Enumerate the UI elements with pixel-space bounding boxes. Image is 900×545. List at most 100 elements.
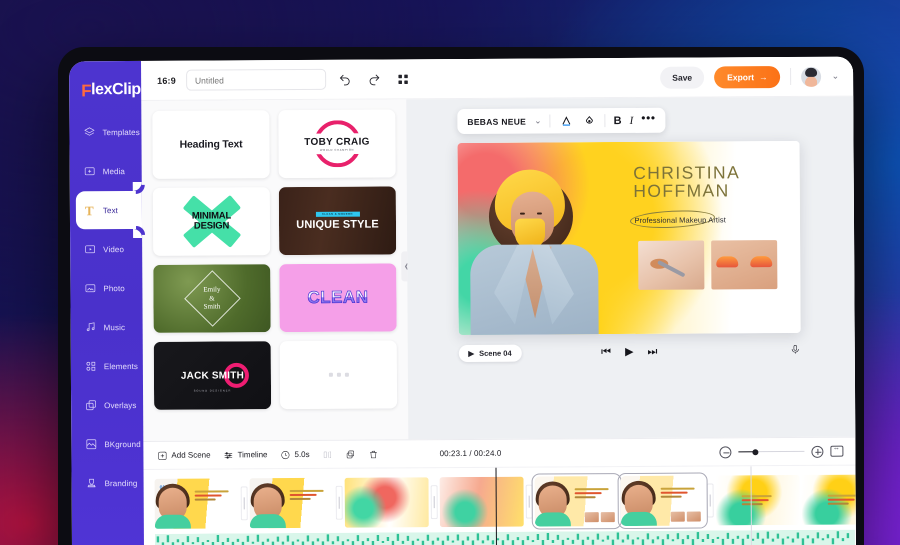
template-card[interactable]: Heading Text [152, 110, 270, 179]
timeline-view-button[interactable]: Timeline [224, 450, 268, 460]
emily-smith-art: Emily & Smith [153, 264, 271, 333]
scene-indicator-chip[interactable]: ▶ Scene 04 [458, 344, 522, 362]
chevron-down-icon[interactable]: ⌄ [832, 71, 840, 82]
sidebar-item-overlays[interactable]: Overlays [71, 386, 143, 424]
timeline-clip[interactable] [344, 477, 429, 528]
save-button[interactable]: Save [660, 66, 705, 89]
project-title-input[interactable] [185, 68, 327, 91]
font-chevron-down-icon[interactable]: ⌄ [534, 116, 542, 127]
clean-art: CLEAN [279, 263, 397, 333]
trash-icon [370, 450, 377, 458]
template-card[interactable]: Emily & Smith [153, 264, 271, 333]
plus-box-icon [158, 451, 167, 460]
sidebar-label: Media [102, 166, 126, 176]
sidebar-label: Templates [102, 127, 140, 137]
fit-to-width-icon[interactable] [830, 445, 844, 457]
sidebar-item-media[interactable]: Media [70, 152, 142, 190]
app-logo: F lexClip [69, 73, 141, 113]
fill-color-icon[interactable] [582, 113, 597, 128]
aspect-ratio-label[interactable]: 16:9 [157, 75, 176, 85]
template-card[interactable]: CLEAN [279, 263, 397, 333]
background-icon [84, 438, 97, 451]
zoom-slider[interactable] [738, 448, 805, 455]
toolbar-spacer [423, 77, 650, 78]
clip-divider-handle[interactable] [525, 484, 533, 519]
template-card[interactable]: MINIMAL DESIGN [152, 187, 271, 256]
delete-button[interactable] [369, 449, 379, 459]
export-button[interactable]: Export → [714, 65, 781, 88]
clip-divider-handle[interactable] [240, 486, 248, 521]
emily-line-2: & [209, 294, 215, 303]
timeline-panel: Add Scene Timeline 5.0s 00:23.1 / 00:24.… [143, 436, 857, 545]
canvas-thumbnail-right[interactable] [710, 240, 777, 290]
canvas-thumbnail-left[interactable] [637, 240, 704, 290]
sidebar-label: Elements [103, 361, 139, 371]
template-card[interactable]: CLEAN & MODERN UNIQUE STYLE [278, 186, 397, 256]
sidebar-label: Music [103, 322, 126, 332]
template-card-label: CLEAN [307, 287, 369, 307]
timeline-track-area[interactable]: 01 [144, 466, 857, 545]
timeline-clip-selected[interactable] [531, 473, 622, 530]
timeline-clip[interactable] [715, 474, 800, 526]
microphone-icon[interactable] [789, 342, 800, 360]
sidebar-label: Video [103, 244, 125, 254]
unique-style-art: CLEAN & MODERN UNIQUE STYLE [278, 186, 397, 256]
template-card-grid: Heading Text TOBY CRAIG WORLD CHAMPION M… [152, 109, 398, 410]
skip-next-icon[interactable]: ⏭ [647, 345, 657, 357]
time-display: 00:23.1 / 00:24.0 [439, 448, 502, 459]
sidebar-item-video[interactable]: Video [70, 230, 142, 268]
template-card-loading[interactable] [279, 340, 398, 410]
format-divider [604, 114, 606, 128]
grid-view-icon[interactable] [394, 69, 413, 88]
font-family-label[interactable]: BEBAS NEUE [467, 116, 526, 126]
sidebar-item-templates[interactable]: Templates [69, 113, 141, 151]
sidebar-item-bkground[interactable]: BKground [71, 425, 143, 463]
video-canvas-preview[interactable]: CHRISTINA HOFFMAN Professional Makeup Ar… [457, 140, 801, 336]
template-card[interactable]: JACK SMITH SOUND DESIGNER [153, 341, 272, 410]
zoom-in-icon[interactable] [811, 445, 824, 458]
timeline-icon [224, 451, 233, 459]
timeline-clip[interactable]: 01 [154, 478, 239, 529]
workspace-row: Heading Text TOBY CRAIG WORLD CHAMPION M… [141, 96, 856, 441]
editor-area: BEBAS NEUE ⌄ B I ••• CHRISTINA HOFFMAN P… [406, 96, 856, 440]
undo-icon[interactable] [336, 70, 355, 89]
video-play-icon [83, 243, 96, 256]
sidebar-item-elements[interactable]: Elements [71, 347, 143, 385]
add-scene-button[interactable]: Add Scene [157, 450, 211, 460]
layers-icon [82, 126, 95, 139]
sidebar-item-branding[interactable]: Branding [71, 464, 143, 502]
timeline-clip-selected[interactable] [617, 472, 708, 530]
bold-button[interactable]: B [614, 115, 622, 127]
play-icon[interactable]: ▶ [625, 345, 634, 357]
timeline-clip[interactable] [249, 477, 334, 529]
timeline-clip[interactable] [801, 474, 857, 525]
template-card[interactable]: TOBY CRAIG WORLD CHAMPION [278, 109, 396, 179]
italic-button[interactable]: I [630, 114, 634, 126]
skip-previous-icon[interactable]: ⏮ [601, 346, 611, 358]
laptop-frame: F lexClip Templates Media T Text Video P… [58, 47, 864, 545]
avatar[interactable] [801, 66, 822, 87]
format-divider [549, 114, 551, 128]
timeline-clip[interactable] [439, 476, 524, 528]
transport-controls: ⏮ ▶ ⏭ [601, 345, 657, 358]
sidebar-item-text[interactable]: T Text [75, 190, 143, 230]
sidebar-label: Overlays [104, 400, 137, 410]
zoom-out-icon[interactable] [719, 445, 732, 458]
canvas-subtitle-text[interactable]: Professional Makeup Artist [634, 215, 725, 225]
canvas-title-text[interactable]: CHRISTINA HOFFMAN [633, 162, 793, 201]
template-card-label: Emily & Smith [203, 285, 220, 311]
add-scene-label: Add Scene [171, 450, 211, 460]
split-button[interactable] [323, 449, 333, 459]
clip-duration-button[interactable]: 5.0s [280, 449, 310, 459]
sidebar-item-music[interactable]: Music [71, 308, 143, 346]
clip-divider-handle[interactable] [335, 485, 343, 520]
logo-f-mark: F [81, 80, 92, 100]
clip-divider-handle[interactable] [430, 485, 438, 520]
sidebar-item-photo[interactable]: Photo [70, 269, 142, 307]
more-options-icon[interactable]: ••• [641, 111, 655, 125]
clip-divider-handle[interactable] [706, 483, 714, 518]
zoom-slider-knob[interactable] [752, 448, 759, 455]
redo-icon[interactable] [365, 69, 384, 88]
text-color-icon[interactable] [559, 113, 574, 128]
duplicate-button[interactable] [346, 449, 356, 459]
